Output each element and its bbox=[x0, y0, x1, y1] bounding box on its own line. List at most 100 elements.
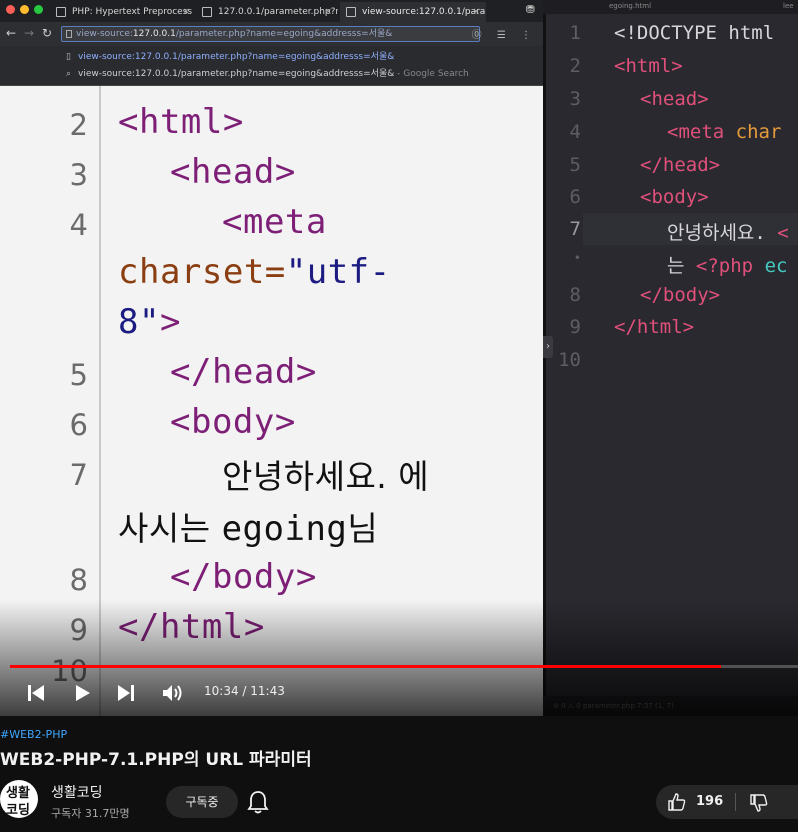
source-line-body-open: <body> bbox=[170, 402, 296, 442]
subscriber-count: 구독자 31.7만명 bbox=[51, 807, 130, 820]
document-icon: ▯ bbox=[66, 52, 71, 62]
editor-line-number: 8 bbox=[569, 284, 581, 306]
close-window-icon bbox=[6, 5, 15, 14]
close-tab-icon: × bbox=[324, 7, 332, 17]
like-count: 196 bbox=[696, 794, 724, 809]
line-number: 7 bbox=[69, 458, 88, 492]
editor-line-number: 9 bbox=[569, 316, 581, 338]
source-line-body-close: </body> bbox=[170, 557, 317, 597]
chevron-right-icon: › bbox=[543, 336, 553, 358]
volume-icon[interactable] bbox=[162, 684, 184, 702]
editor-line-number: 7 bbox=[569, 218, 581, 240]
address-prefix: view-source: bbox=[76, 29, 133, 39]
progress-bar[interactable] bbox=[10, 665, 798, 668]
editor-line-meta: <meta char bbox=[667, 121, 782, 143]
progress-bar-played bbox=[10, 665, 721, 668]
source-line-head-close: </head> bbox=[170, 352, 317, 392]
line-number: 3 bbox=[69, 158, 88, 192]
source-line-meta-end: 8"> bbox=[118, 302, 181, 342]
reload-icon: ↻ bbox=[42, 26, 53, 40]
address-bar: view-source:127.0.0.1/parameter.php?name… bbox=[61, 26, 480, 42]
line-number: 2 bbox=[69, 108, 88, 142]
editor-wrap-marker: • bbox=[573, 251, 581, 265]
thumbs-up-icon[interactable] bbox=[667, 792, 687, 812]
editor-tab-lee: lee bbox=[783, 2, 794, 10]
editor-line-doctype: <!DOCTYPE html bbox=[614, 22, 775, 44]
close-tab-icon: × bbox=[472, 7, 480, 17]
address-suggestions: ▯ view-source:127.0.0.1/parameter.php?nam… bbox=[0, 46, 543, 86]
line-number: 4 bbox=[69, 208, 88, 242]
editor-line-body-close: </body> bbox=[640, 284, 721, 306]
hashtag-link[interactable]: #WEB2-PHP bbox=[0, 728, 67, 741]
maximize-window-icon bbox=[34, 5, 43, 14]
editor-line-number: 10 bbox=[558, 349, 581, 371]
close-tab-icon: × bbox=[182, 7, 190, 17]
video-player[interactable]: PHP: Hypertext Preprocess × 127.0.0.1/pa… bbox=[0, 0, 798, 716]
suggestion-item: ▯ view-source:127.0.0.1/parameter.php?nam… bbox=[66, 52, 395, 62]
editor-line-number: 2 bbox=[569, 55, 581, 77]
subscribe-button[interactable]: 구독중 bbox=[166, 786, 238, 818]
source-line-greeting-cont: 사시는 egoing님 bbox=[118, 509, 379, 549]
editor-line-body-open: <body> bbox=[640, 186, 709, 208]
channel-name[interactable]: 생활코딩 bbox=[51, 782, 103, 802]
like-dislike-bar: 196 bbox=[656, 785, 798, 819]
line-number: 8 bbox=[69, 563, 88, 597]
browser-toolbar: ← → ↻ view-source:127.0.0.1/parameter.ph… bbox=[0, 22, 543, 46]
browser-tab-php: PHP: Hypertext Preprocess × bbox=[50, 2, 196, 22]
document-favicon-icon bbox=[346, 7, 356, 17]
editor-tab-bar: egoing.html lee bbox=[543, 0, 798, 14]
video-title: WEB2-PHP-7.1.PHP의 URL 파라미터 bbox=[0, 750, 312, 770]
bell-icon[interactable] bbox=[246, 788, 270, 816]
next-icon[interactable] bbox=[116, 684, 136, 702]
browser-tab-bar: PHP: Hypertext Preprocess × 127.0.0.1/pa… bbox=[0, 0, 543, 22]
source-line-greeting: 안녕하세요. 에 bbox=[222, 457, 430, 496]
incognito-icon: ⛃ bbox=[525, 3, 535, 16]
line-number: 9 bbox=[69, 613, 88, 647]
play-icon[interactable] bbox=[73, 684, 91, 702]
editor-line-html-close: </html> bbox=[614, 316, 695, 338]
source-line-meta: <meta bbox=[222, 202, 327, 242]
source-line-html-open: <html> bbox=[118, 102, 244, 142]
avatar-text-bottom: 코딩 bbox=[6, 803, 30, 818]
editor-line-greeting-wrap: 는 <?php ec bbox=[667, 255, 788, 277]
view-source-content: 2 3 4 5 6 7 8 9 10 <html> <head> <meta c… bbox=[0, 86, 543, 716]
page-info-icon bbox=[66, 30, 72, 38]
previous-icon[interactable] bbox=[26, 684, 46, 702]
code-editor: egoing.html lee 1 2 3 4 5 6 7 • 8 9 10 <… bbox=[543, 0, 798, 716]
browser-window: PHP: Hypertext Preprocess × 127.0.0.1/pa… bbox=[0, 0, 543, 716]
source-line-html-close: </html> bbox=[118, 607, 265, 647]
back-arrow-icon: ← bbox=[6, 26, 17, 40]
youtube-watch-page: PHP: Hypertext Preprocess × 127.0.0.1/pa… bbox=[0, 0, 798, 832]
tab-label: 127.0.0.1/parameter.php?nam bbox=[218, 7, 338, 17]
line-number: 10 bbox=[51, 654, 88, 688]
php-favicon-icon bbox=[56, 7, 66, 17]
editor-line-number: 5 bbox=[569, 154, 581, 176]
line-number: 6 bbox=[69, 408, 88, 442]
line-number: 5 bbox=[69, 358, 88, 392]
time-display: 10:34 / 11:43 bbox=[204, 684, 285, 698]
address-host: 127.0.0.1 bbox=[132, 29, 176, 39]
editor-line-number: 3 bbox=[569, 88, 581, 110]
source-line-head-open: <head> bbox=[170, 152, 296, 192]
editor-tab-egoing: egoing.html bbox=[609, 2, 652, 10]
tab-label: view-source:127.0.0.1/paramı bbox=[362, 7, 486, 17]
editor-line-head-close: </head> bbox=[640, 154, 721, 176]
browser-tab-parameter: 127.0.0.1/parameter.php?nam × bbox=[196, 2, 338, 22]
address-path: /parameter.php?name=egoing&addresss=서울& bbox=[175, 29, 393, 39]
forward-arrow-icon: → bbox=[24, 26, 35, 40]
editor-line-number: 6 bbox=[569, 186, 581, 208]
like-divider bbox=[735, 793, 736, 811]
document-favicon-icon bbox=[202, 7, 212, 17]
editor-line-html-open: <html> bbox=[614, 55, 683, 77]
pane-divider bbox=[543, 0, 546, 716]
editor-line-number: 4 bbox=[569, 121, 581, 143]
minimize-window-icon bbox=[20, 5, 29, 14]
source-line-meta-charset: charset="utf- bbox=[118, 252, 391, 292]
browser-tab-view-source: view-source:127.0.0.1/paramı × bbox=[340, 2, 486, 22]
editor-line-greeting: 안녕하세요. < bbox=[667, 222, 789, 244]
thumbs-down-icon[interactable] bbox=[749, 793, 769, 813]
editor-line-number: 1 bbox=[569, 22, 581, 44]
search-icon: ⌕ bbox=[66, 69, 72, 79]
channel-avatar[interactable]: 생활 코딩 bbox=[0, 780, 38, 818]
line-number-divider bbox=[99, 86, 101, 716]
